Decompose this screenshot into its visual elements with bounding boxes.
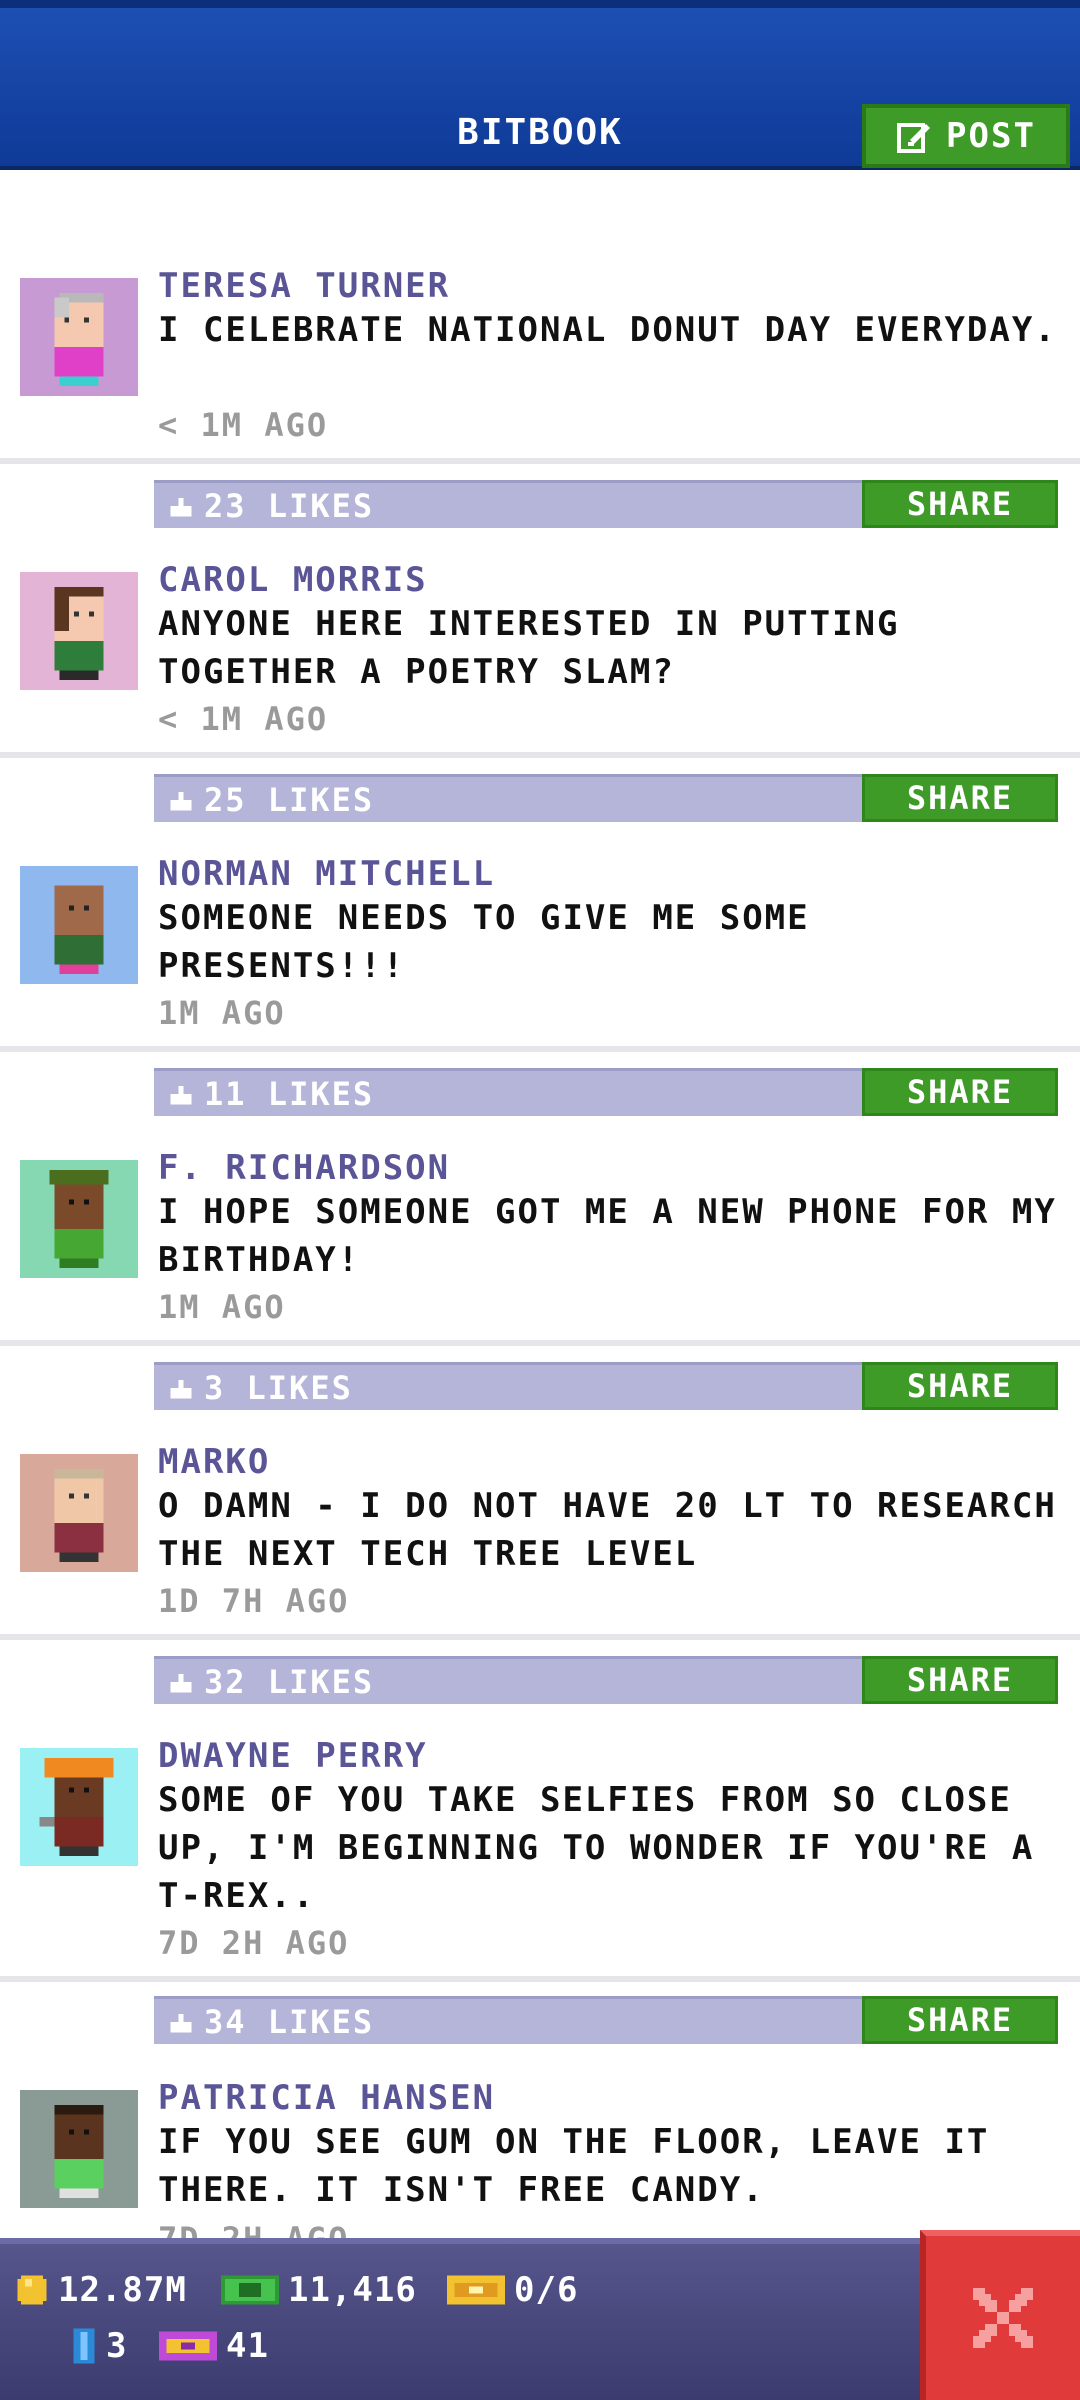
post-time: 1M AGO xyxy=(158,1288,286,1326)
coins-stat: 12.87M xyxy=(14,2270,187,2310)
post-item: CAROL MORRIS ANYONE HERE INTERESTED IN P… xyxy=(0,552,1080,822)
close-button[interactable] xyxy=(920,2230,1080,2400)
post-message: I HOPE SOMEONE GOT ME A NEW PHONE FOR MY… xyxy=(158,1192,1057,1280)
ticket-icon xyxy=(447,2275,505,2305)
avatar[interactable] xyxy=(20,572,138,690)
status-bar: 12.87M 11,416 0/6 3 41 xyxy=(0,2238,920,2400)
post-time: 1D 7H AGO xyxy=(158,1582,350,1620)
post-message: SOME OF YOU TAKE SELFIES FROM SO CLOSE U… xyxy=(158,1780,1035,1916)
post-author[interactable]: F. RICHARDSON xyxy=(158,1148,450,1188)
like-bar[interactable]: 34 LIKES SHARE xyxy=(154,1996,1058,2044)
post-feed[interactable]: TERESA TURNER I CELEBRATE NATIONAL DONUT… xyxy=(0,174,1080,2238)
elevator-icon xyxy=(73,2328,95,2364)
post-time: < 1M AGO xyxy=(158,406,329,444)
coin-icon xyxy=(17,2275,47,2305)
share-button[interactable]: SHARE xyxy=(862,480,1058,528)
app-header: BITBOOK POST xyxy=(0,0,1080,170)
avatar[interactable] xyxy=(20,1748,138,1866)
post-author[interactable]: CAROL MORRIS xyxy=(158,560,428,600)
post-item: DWAYNE PERRY SOME OF YOU TAKE SELFIES FR… xyxy=(0,1728,1080,2044)
post-author[interactable]: PATRICIA HANSEN xyxy=(158,2078,495,2118)
vip-ticket-icon xyxy=(159,2331,217,2361)
tickets-value: 0/6 xyxy=(514,2270,579,2310)
vip-stat: 41 xyxy=(158,2326,269,2366)
post-message: I CELEBRATE NATIONAL DONUT DAY EVERYDAY. xyxy=(158,310,1057,350)
share-button[interactable]: SHARE xyxy=(862,1068,1058,1116)
thumbs-up-icon xyxy=(170,1380,192,1399)
like-count: 23 LIKES xyxy=(204,487,375,525)
bux-icon xyxy=(221,2275,279,2305)
share-button[interactable]: SHARE xyxy=(862,1362,1058,1410)
like-bar[interactable]: 32 LIKES SHARE xyxy=(154,1656,1058,1704)
post-message: SOMEONE NEEDS TO GIVE ME SOME PRESENTS!!… xyxy=(158,898,810,986)
post-time: 7D 2H AGO xyxy=(158,2220,349,2238)
avatar[interactable] xyxy=(20,2090,138,2208)
post-author[interactable]: NORMAN MITCHELL xyxy=(158,854,495,894)
post-message: O DAMN - I DO NOT HAVE 20 LT TO RESEARCH… xyxy=(158,1486,1057,1574)
like-bar[interactable]: 25 LIKES SHARE xyxy=(154,774,1058,822)
thumbs-up-icon xyxy=(170,1674,192,1693)
like-count: 25 LIKES xyxy=(204,781,375,819)
post-time: < 1M AGO xyxy=(158,700,329,738)
avatar[interactable] xyxy=(20,278,138,396)
tickets-stat: 0/6 xyxy=(446,2270,578,2310)
elevator-stat: 3 xyxy=(70,2326,127,2366)
post-message: IF YOU SEE GUM ON THE FLOOR, LEAVE IT TH… xyxy=(158,2122,990,2210)
post-item: PATRICIA HANSEN IF YOU SEE GUM ON THE FL… xyxy=(0,2070,1080,2238)
post-author[interactable]: MARKO xyxy=(158,1442,270,1482)
post-item: F. RICHARDSON I HOPE SOMEONE GOT ME A NE… xyxy=(0,1140,1080,1410)
bux-value: 11,416 xyxy=(288,2270,417,2310)
thumbs-up-icon xyxy=(170,498,192,517)
thumbs-up-icon xyxy=(170,1086,192,1105)
post-message: ANYONE HERE INTERESTED IN PUTTING TOGETH… xyxy=(158,604,900,692)
avatar[interactable] xyxy=(20,866,138,984)
post-author[interactable]: TERESA TURNER xyxy=(158,266,450,306)
like-bar[interactable]: 3 LIKES SHARE xyxy=(154,1362,1058,1410)
post-item: NORMAN MITCHELL SOMEONE NEEDS TO GIVE ME… xyxy=(0,846,1080,1116)
vip-value: 41 xyxy=(226,2326,269,2366)
share-button[interactable]: SHARE xyxy=(862,774,1058,822)
post-button[interactable]: POST xyxy=(862,104,1070,168)
like-count: 11 LIKES xyxy=(204,1075,375,1113)
post-button-label: POST xyxy=(946,116,1036,156)
thumbs-up-icon xyxy=(170,2014,192,2033)
post-time: 1M AGO xyxy=(158,994,286,1032)
post-author[interactable]: DWAYNE PERRY xyxy=(158,1736,428,1776)
like-count: 34 LIKES xyxy=(204,2003,375,2041)
post-item: TERESA TURNER I CELEBRATE NATIONAL DONUT… xyxy=(0,258,1080,528)
share-button[interactable]: SHARE xyxy=(862,1996,1058,2044)
avatar[interactable] xyxy=(20,1160,138,1278)
avatar[interactable] xyxy=(20,1454,138,1572)
like-bar[interactable]: 11 LIKES SHARE xyxy=(154,1068,1058,1116)
close-icon xyxy=(973,2288,1033,2348)
thumbs-up-icon xyxy=(170,792,192,811)
coins-value: 12.87M xyxy=(58,2270,187,2310)
like-count: 32 LIKES xyxy=(204,1663,375,1701)
bux-stat: 11,416 xyxy=(220,2270,417,2310)
post-item: MARKO O DAMN - I DO NOT HAVE 20 LT TO RE… xyxy=(0,1434,1080,1704)
like-bar[interactable]: 23 LIKES SHARE xyxy=(154,480,1058,528)
elevator-value: 3 xyxy=(106,2326,128,2366)
post-time: 7D 2H AGO xyxy=(158,1924,350,1962)
share-button[interactable]: SHARE xyxy=(862,1656,1058,1704)
like-count: 3 LIKES xyxy=(204,1369,353,1407)
edit-icon xyxy=(897,123,931,153)
